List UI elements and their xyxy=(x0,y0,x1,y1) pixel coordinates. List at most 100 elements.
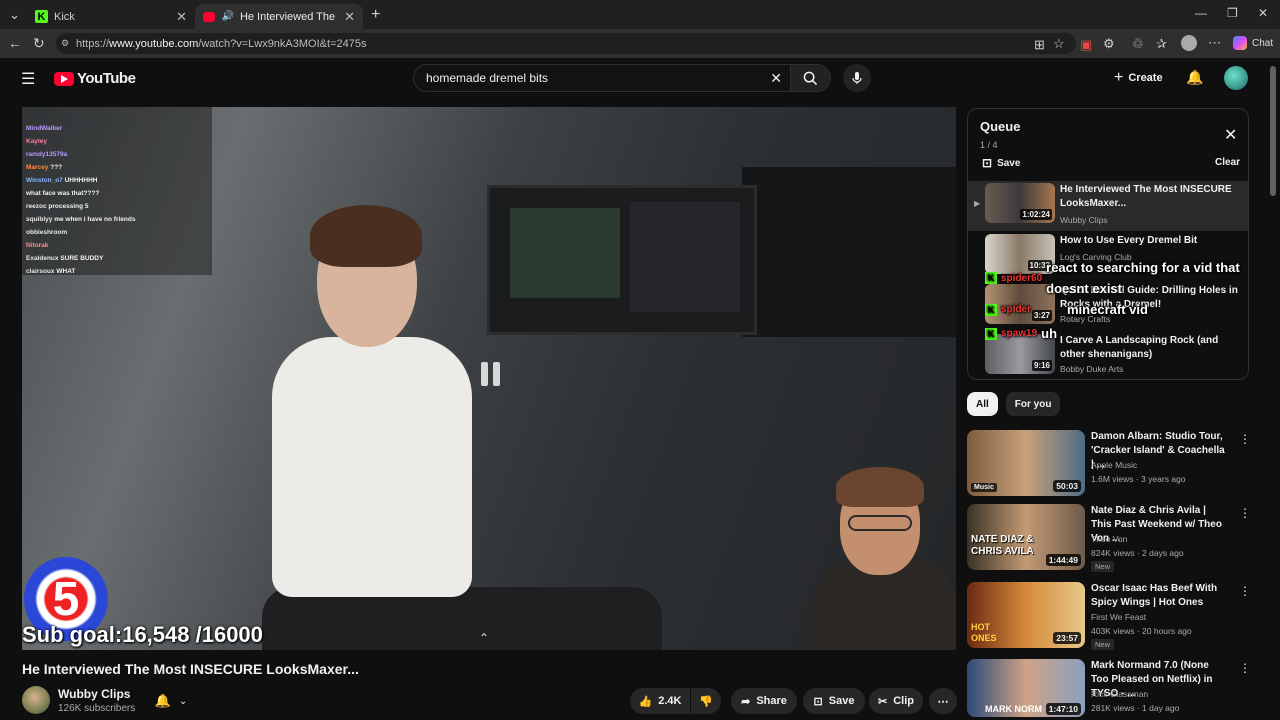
close-tab-icon[interactable]: ✕ xyxy=(344,9,355,25)
streamer-webcam xyxy=(812,467,956,650)
channel-info[interactable]: Wubby Clips 126K subscribers xyxy=(22,686,135,714)
close-queue-icon[interactable]: ✕ xyxy=(1224,125,1237,145)
extensions-puzzle-icon[interactable]: ⚙ xyxy=(1103,36,1115,52)
queue-item[interactable]: ▶ 1:02:24 He Interviewed The Most INSECU… xyxy=(968,181,1248,231)
stream-chat-overlay: MindWalker Kayley ramdy13579a Marcey ???… xyxy=(22,107,212,275)
duration: 1:02:24 xyxy=(1020,209,1052,220)
like-button[interactable]: 👍 2.4K xyxy=(630,688,690,714)
logo-text: YouTube xyxy=(77,70,136,87)
speaker-icon[interactable]: 🔊 xyxy=(221,11,233,22)
video-player[interactable]: MindWalker Kayley ramdy13579a Marcey ???… xyxy=(22,107,956,650)
extension-icon[interactable]: ▣ xyxy=(1080,37,1092,53)
favorites-icon[interactable]: ✰ xyxy=(1156,36,1167,52)
more-icon[interactable]: ⋯ xyxy=(1208,35,1221,51)
address-bar[interactable]: ⚙ https://www.youtube.com/watch?v=Lwx9nk… xyxy=(56,33,1076,54)
sub-goal-text: Sub goal:16,548 /16000 xyxy=(22,622,263,647)
video-thumbnail[interactable]: HOT ONES 23:57 xyxy=(967,582,1085,648)
chat-label[interactable]: Chat xyxy=(1252,38,1273,49)
channel-name: Apple Music xyxy=(1091,460,1138,470)
youtube-header: ☰ YouTube homemade dremel bits ✕ + Creat… xyxy=(0,58,1268,98)
channel-avatar[interactable] xyxy=(22,686,50,714)
thumbnail-text: NATE DIAZ & CHRIS AVILA xyxy=(971,534,1034,557)
pause-icon[interactable] xyxy=(477,362,503,392)
queue-thumbnail[interactable]: 1:02:24 xyxy=(985,183,1055,223)
kick-chat-message: K spider60 react to searching for a vid … xyxy=(985,257,1256,299)
more-vertical-icon[interactable]: ⋮ xyxy=(1239,584,1251,598)
back-icon[interactable]: ← xyxy=(8,35,22,51)
reload-icon[interactable]: ↻ xyxy=(33,35,45,52)
video-thumbnail[interactable]: NATE DIAZ & CHRIS AVILA 1:44:49 xyxy=(967,504,1085,570)
dislike-button[interactable]: 👎 xyxy=(691,688,721,714)
split-screen-icon[interactable]: ⊞ xyxy=(1034,37,1045,53)
recommended-video[interactable]: HOT ONES 23:57 Oscar Isaac Has Beef With… xyxy=(967,582,1251,652)
youtube-favicon-icon xyxy=(203,11,216,22)
close-window-icon[interactable]: ✕ xyxy=(1258,6,1268,20)
bookmark-icon: ⊡ xyxy=(813,695,823,708)
close-tab-icon[interactable]: ✕ xyxy=(176,9,187,25)
recommended-video[interactable]: MARK NORM 1:47:10 Mark Normand 7.0 (None… xyxy=(967,659,1251,719)
channel-name: First We Feast xyxy=(1091,612,1147,622)
expand-controls-icon[interactable]: ⌃ xyxy=(479,631,489,645)
recommended-video[interactable]: Music 50:03 Damon Albarn: Studio Tour, '… xyxy=(967,430,1251,500)
music-tag: Music xyxy=(971,483,997,492)
youtube-logo[interactable]: YouTube xyxy=(54,70,136,87)
share-button[interactable]: ➦ Share xyxy=(731,688,797,714)
video-title: He Interviewed The Most INSECURE LooksMa… xyxy=(22,661,359,677)
more-vertical-icon[interactable]: ⋮ xyxy=(1239,506,1251,520)
minimize-icon[interactable]: — xyxy=(1195,6,1207,20)
queue-save-button[interactable]: ⊡ Save xyxy=(982,156,1020,170)
background-monitor xyxy=(487,185,757,335)
tab-kick[interactable]: K Kick ✕ xyxy=(27,4,195,29)
kick-chat-message: K spider minecraft vid xyxy=(985,302,1148,317)
save-label: Save xyxy=(828,695,855,707)
new-badge: New xyxy=(1091,561,1115,572)
chat-line: what face was that???? xyxy=(26,190,100,197)
chip-for-you[interactable]: For you xyxy=(1005,392,1061,416)
chip-all[interactable]: All xyxy=(967,392,998,416)
account-avatar[interactable] xyxy=(1224,66,1248,90)
new-badge: New xyxy=(1091,639,1115,650)
more-vertical-icon[interactable]: ⋮ xyxy=(1239,432,1251,446)
recommended-video[interactable]: NATE DIAZ & CHRIS AVILA 1:44:49 Nate Dia… xyxy=(967,504,1251,574)
tab-list-icon[interactable]: ⌄ xyxy=(9,7,20,23)
queue-clear-button[interactable]: Clear xyxy=(1215,157,1240,168)
new-tab-icon[interactable]: + xyxy=(371,6,380,24)
plus-icon: + xyxy=(1114,69,1124,86)
more-vertical-icon[interactable]: ⋮ xyxy=(1239,661,1251,675)
channel-name[interactable]: Wubby Clips xyxy=(58,687,135,701)
favorite-star-icon[interactable]: ☆ xyxy=(1053,36,1065,52)
menu-icon[interactable]: ☰ xyxy=(21,69,35,89)
notifications-bell-icon[interactable]: 🔔 xyxy=(1186,69,1203,86)
save-button[interactable]: ⊡ Save xyxy=(803,688,865,714)
voice-search-button[interactable] xyxy=(843,64,871,92)
tab-youtube[interactable]: 🔊 He Interviewed The Most INSE... ✕ xyxy=(195,4,363,29)
kick-icon: K xyxy=(985,327,997,340)
search-input[interactable]: homemade dremel bits ✕ xyxy=(413,64,791,92)
kick-username: spider xyxy=(1001,304,1032,315)
chat-line: Kayley xyxy=(26,138,47,145)
copilot-icon[interactable] xyxy=(1233,36,1247,50)
chat-line xyxy=(26,109,208,122)
background-monitor xyxy=(742,167,956,337)
kick-message: react to searching for a vid that doesnt… xyxy=(1046,260,1240,296)
more-actions-button[interactable]: ⋯ xyxy=(929,688,957,714)
kick-chat-message: K spaw19 uh xyxy=(985,326,1057,341)
video-thumbnail[interactable]: Music 50:03 xyxy=(967,430,1085,496)
queue-item-title: I Carve A Landscaping Rock (and other sh… xyxy=(1060,335,1219,360)
notification-settings-button[interactable]: 🔔 ⌄ xyxy=(143,688,199,714)
url-prefix: https:// xyxy=(76,37,110,50)
share-label: Share xyxy=(756,695,787,707)
clip-button[interactable]: ✂ Clip xyxy=(869,688,923,714)
video-meta: 824K views · 2 days ago xyxy=(1091,548,1184,558)
site-info-icon[interactable]: ⚙ xyxy=(61,38,69,49)
bell-icon: 🔔 xyxy=(154,693,171,708)
tab-label: He Interviewed The Most INSE... xyxy=(239,10,338,23)
search-button[interactable] xyxy=(791,64,831,92)
scrollbar-thumb[interactable] xyxy=(1270,66,1276,196)
clear-search-icon[interactable]: ✕ xyxy=(770,70,782,87)
video-thumbnail[interactable]: MARK NORM 1:47:10 xyxy=(967,659,1085,717)
profile-avatar[interactable] xyxy=(1181,35,1197,51)
performance-icon[interactable]: ♲ xyxy=(1132,36,1144,52)
restore-icon[interactable]: ❐ xyxy=(1227,6,1238,20)
create-button[interactable]: + Create xyxy=(1108,66,1169,90)
